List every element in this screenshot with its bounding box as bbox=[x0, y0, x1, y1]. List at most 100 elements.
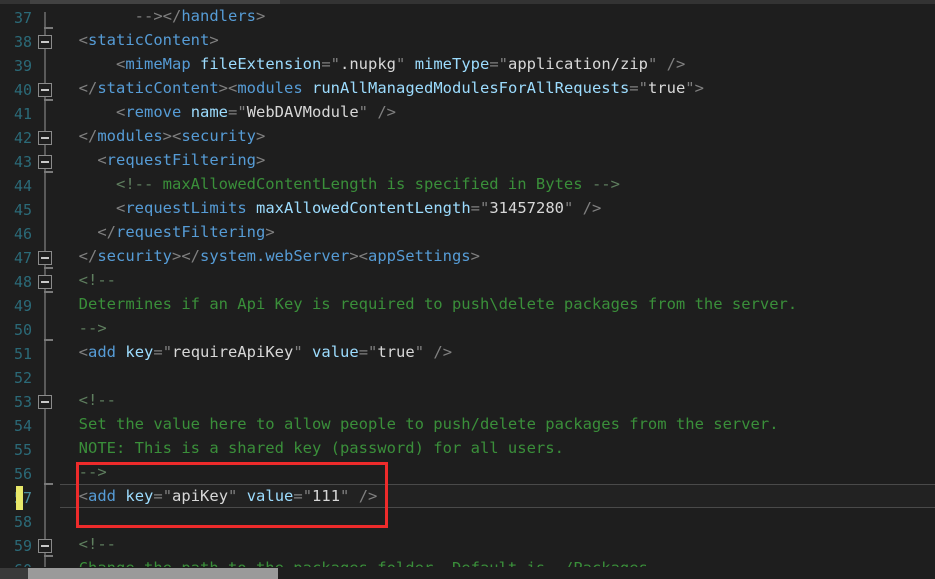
fold-collapse-icon[interactable] bbox=[38, 83, 52, 97]
code-line[interactable]: </security></system.webServer><appSettin… bbox=[60, 244, 935, 268]
code-line[interactable]: Determines if an Api Key is required to … bbox=[60, 292, 935, 316]
fold-collapse-icon[interactable] bbox=[38, 251, 52, 265]
code-line[interactable] bbox=[60, 508, 935, 532]
code-token: </ bbox=[78, 79, 98, 97]
code-token: WebDAVModule bbox=[246, 103, 359, 121]
code-token: > bbox=[265, 223, 275, 241]
line-number: 46 bbox=[13, 225, 32, 243]
code-token: < bbox=[78, 487, 89, 505]
code-token: name bbox=[190, 103, 229, 121]
code-line[interactable]: <remove name="WebDAVModule" /> bbox=[60, 100, 935, 124]
line-number: 49 bbox=[13, 297, 32, 315]
code-token: requestFiltering bbox=[106, 151, 256, 169]
fold-collapse-icon[interactable] bbox=[38, 35, 52, 49]
code-line[interactable]: Set the value here to allow people to pu… bbox=[60, 412, 935, 436]
code-token: apiKey bbox=[172, 487, 229, 505]
code-token: < bbox=[97, 151, 107, 169]
code-line-current[interactable]: <add key="apiKey" value="111" /> bbox=[60, 484, 935, 508]
code-token: " /> bbox=[340, 487, 378, 505]
code-line[interactable]: <mimeMap fileExtension=".nupkg" mimeType… bbox=[60, 52, 935, 76]
code-token: < bbox=[116, 199, 126, 217]
code-line[interactable]: <staticContent> bbox=[60, 28, 935, 52]
code-line[interactable]: <!-- bbox=[60, 532, 935, 556]
line-number: 55 bbox=[13, 441, 32, 459]
code-line[interactable]: </modules><security> bbox=[60, 124, 935, 148]
line-number: 58 bbox=[13, 513, 32, 531]
fold-tick bbox=[44, 291, 53, 293]
code-line[interactable]: <requestLimits maxAllowedContentLength="… bbox=[60, 196, 935, 220]
fold-tick bbox=[44, 555, 53, 557]
code-line[interactable]: <!-- bbox=[60, 388, 935, 412]
fold-tick bbox=[44, 483, 53, 485]
code-token: remove bbox=[125, 103, 182, 121]
fold-collapse-icon[interactable] bbox=[38, 275, 52, 289]
code-token: " /> bbox=[414, 343, 453, 361]
code-line[interactable]: <requestFiltering> bbox=[60, 148, 935, 172]
code-token: <!-- bbox=[78, 391, 116, 409]
code-line[interactable] bbox=[60, 364, 935, 388]
code-token: " bbox=[228, 487, 247, 505]
code-token: key bbox=[125, 487, 154, 505]
line-number: 54 bbox=[13, 417, 32, 435]
code-token: Determines if an Api Key is required to … bbox=[78, 295, 798, 313]
fold-collapse-icon[interactable] bbox=[38, 155, 52, 169]
fold-tick bbox=[44, 27, 53, 29]
code-line[interactable]: <add key="requireApiKey" value="true" /> bbox=[60, 340, 935, 364]
code-token: --> bbox=[591, 175, 620, 193]
code-token: handlers bbox=[181, 7, 256, 25]
code-line[interactable]: --> bbox=[60, 460, 935, 484]
code-token: .nupkg bbox=[340, 55, 397, 73]
code-token: </ bbox=[78, 127, 98, 145]
code-token: < bbox=[78, 343, 89, 361]
fold-collapse-icon[interactable] bbox=[38, 131, 52, 145]
code-token: runAllManagedModulesForAllRequests bbox=[312, 79, 630, 97]
code-token: NOTE: This is a shared key (password) fo… bbox=[78, 439, 564, 457]
code-token: > bbox=[209, 31, 219, 49]
code-token: true bbox=[377, 343, 415, 361]
code-line[interactable]: <!-- maxAllowedContentLength is specifie… bbox=[60, 172, 935, 196]
code-line[interactable]: NOTE: This is a shared key (password) fo… bbox=[60, 436, 935, 460]
line-number: 56 bbox=[13, 465, 32, 483]
scrollbar-left-region[interactable] bbox=[0, 568, 28, 579]
fold-collapse-icon[interactable] bbox=[38, 539, 52, 553]
code-content[interactable]: --></handlers> <staticContent> <mimeMap … bbox=[60, 4, 935, 579]
code-token: modules bbox=[237, 79, 303, 97]
line-number: 48 bbox=[13, 273, 32, 291]
horizontal-scrollbar[interactable] bbox=[0, 567, 935, 579]
code-token: add bbox=[88, 487, 117, 505]
code-token: < bbox=[78, 31, 89, 49]
code-line[interactable]: --></handlers> bbox=[60, 4, 935, 28]
code-token: " /> bbox=[648, 55, 686, 73]
editor-gutter[interactable]: 37 38 39 40 41 42 43 44 45 46 47 48 49 50 51 52 53 54 55 56… bbox=[0, 4, 60, 579]
line-number: 40 bbox=[13, 81, 32, 99]
code-token: --> bbox=[134, 7, 163, 25]
code-line[interactable]: </requestFiltering> bbox=[60, 220, 935, 244]
line-number: 53 bbox=[13, 393, 32, 411]
code-line[interactable]: --> bbox=[60, 316, 935, 340]
code-token: <!-- bbox=[116, 175, 154, 193]
code-token: modules bbox=[97, 127, 163, 145]
line-number: 39 bbox=[13, 57, 32, 75]
fold-collapse-icon[interactable] bbox=[38, 395, 52, 409]
code-token: >< bbox=[349, 247, 368, 265]
code-line[interactable]: </staticContent><modules runAllManagedMo… bbox=[60, 76, 935, 100]
code-token: =" bbox=[153, 487, 173, 505]
code-token: > bbox=[470, 247, 480, 265]
code-token: < bbox=[116, 55, 126, 73]
horizontal-scrollbar-thumb[interactable] bbox=[28, 568, 278, 579]
code-token: </ bbox=[78, 247, 98, 265]
fold-rail bbox=[44, 12, 46, 579]
code-line[interactable]: <!-- bbox=[60, 268, 935, 292]
